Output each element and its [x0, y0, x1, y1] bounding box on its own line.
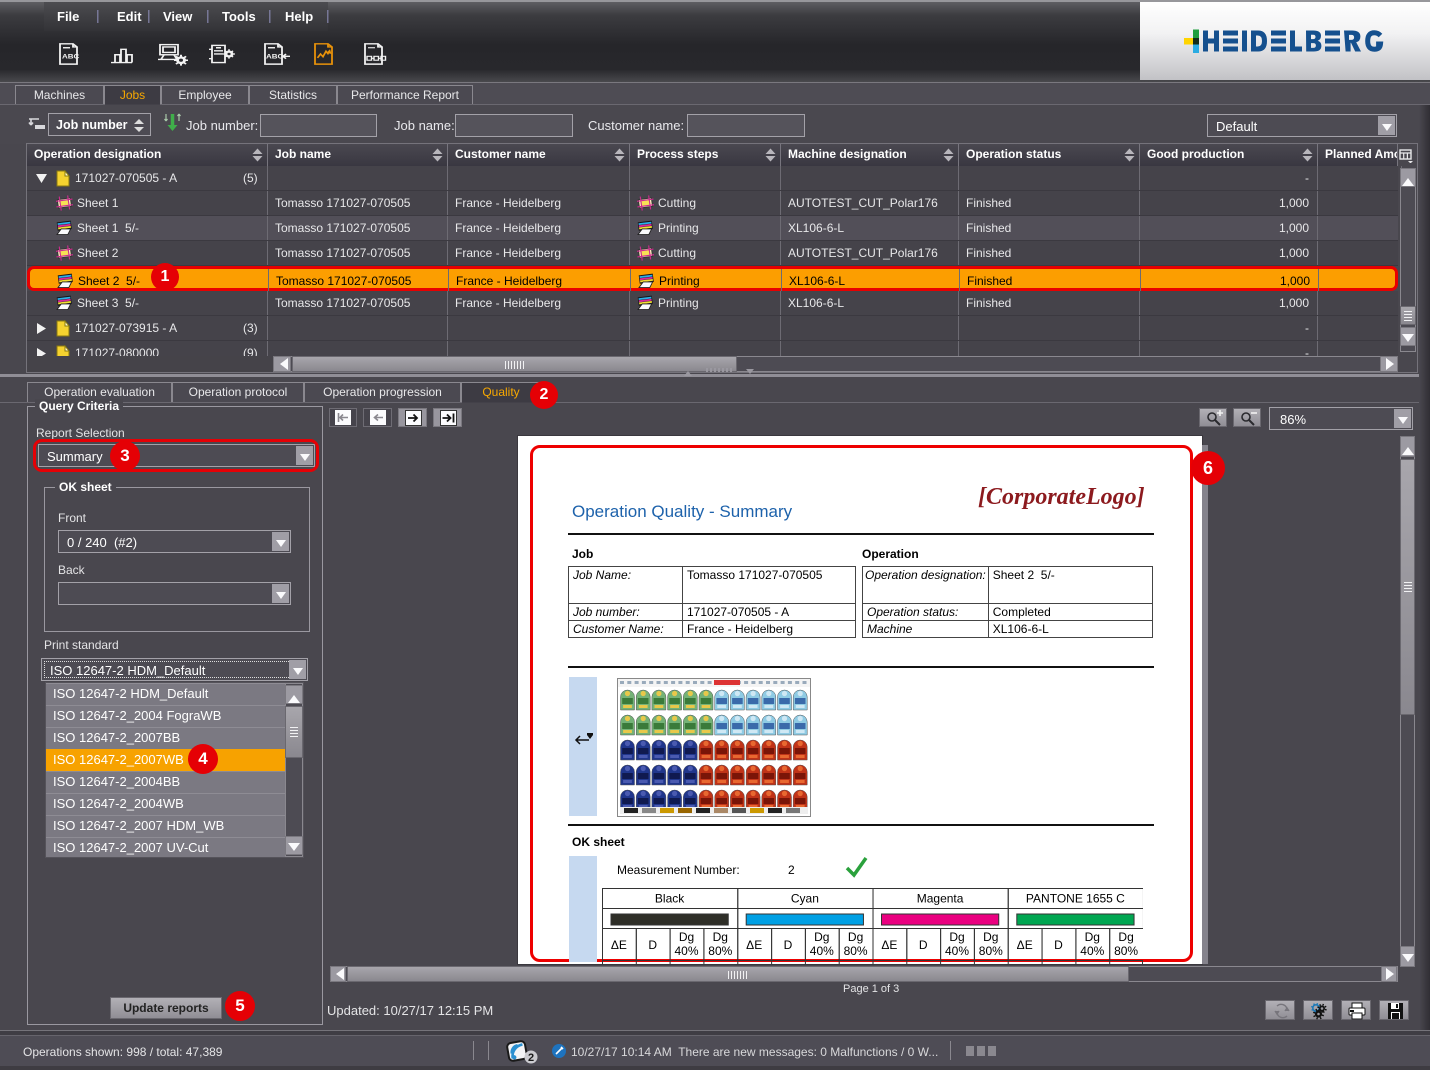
svg-text:PANTONE 1655 C: PANTONE 1655 C [1026, 892, 1125, 906]
svg-text:D: D [1054, 938, 1063, 952]
svg-text:Dg: Dg [949, 930, 964, 944]
svg-text:Magenta: Magenta [917, 892, 964, 906]
svg-text:40%: 40% [1080, 944, 1104, 958]
svg-text:D: D [784, 938, 793, 952]
svg-text:80%: 80% [844, 944, 868, 958]
svg-text:Cyan: Cyan [791, 892, 819, 906]
svg-text:Dg: Dg [679, 930, 694, 944]
svg-text:Dg: Dg [1118, 930, 1133, 944]
svg-text:80%: 80% [979, 944, 1003, 958]
svg-text:80%: 80% [1114, 944, 1138, 958]
svg-text:40%: 40% [945, 944, 969, 958]
svg-text:40%: 40% [674, 944, 698, 958]
svg-text:D: D [648, 938, 657, 952]
svg-text:Dg: Dg [1085, 930, 1100, 944]
svg-text:Dg: Dg [814, 930, 829, 944]
svg-text:Dg: Dg [983, 930, 998, 944]
svg-text:Dg: Dg [713, 930, 728, 944]
svg-text:ABC: ABC [266, 53, 283, 60]
svg-text:ΔE: ΔE [1017, 938, 1033, 952]
svg-text:Dg: Dg [848, 930, 863, 944]
svg-text:2: 2 [528, 1052, 534, 1064]
svg-text:Black: Black [655, 892, 685, 906]
svg-text:D: D [919, 938, 928, 952]
svg-text:40%: 40% [810, 944, 834, 958]
svg-text:ΔE: ΔE [611, 938, 627, 952]
svg-text:ABC: ABC [62, 53, 79, 60]
svg-text:ΔE: ΔE [881, 938, 897, 952]
svg-text:80%: 80% [708, 944, 732, 958]
svg-text:ΔE: ΔE [746, 938, 762, 952]
